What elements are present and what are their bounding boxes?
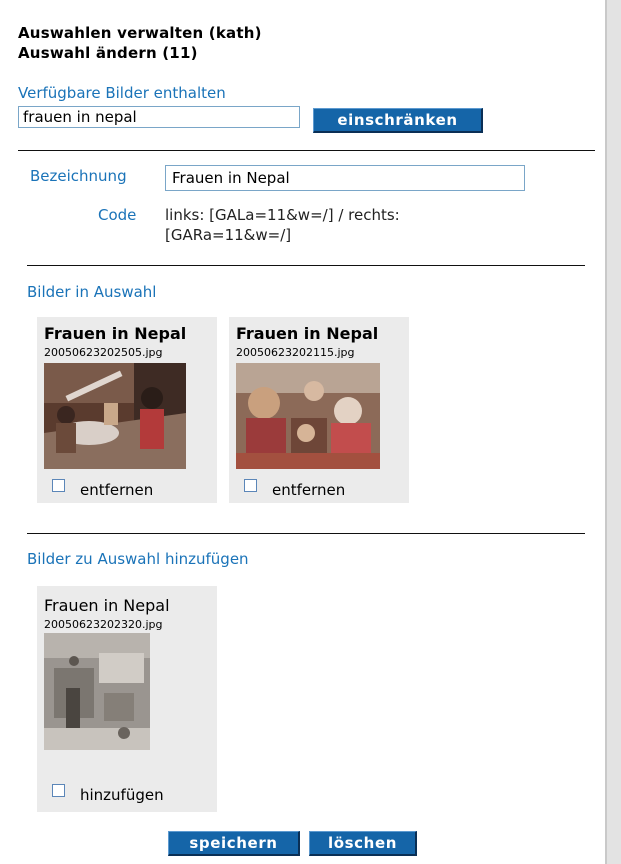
code-value-line2: [GARa=11&w=/] [165, 226, 292, 244]
restrict-button[interactable]: einschränken [313, 108, 483, 133]
name-input[interactable] [165, 165, 525, 191]
delete-button[interactable]: löschen [309, 831, 417, 856]
filter-input[interactable] [18, 106, 300, 128]
manage-selections-page: Auswahlen verwalten (kath) Auswahl änder… [0, 0, 600, 864]
image-filename: 20050623202505.jpg [44, 346, 163, 359]
scrollbar-track[interactable] [605, 0, 621, 864]
image-thumbnail[interactable] [236, 363, 380, 469]
image-filename: 20050623202115.jpg [236, 346, 355, 359]
remove-checkbox[interactable] [244, 479, 257, 492]
divider [27, 265, 585, 266]
code-label: Code [98, 206, 137, 224]
available-image-card: Frauen in Nepal 20050623202320.jpg hinzu… [37, 586, 217, 812]
in-selection-heading: Bilder in Auswahl [27, 283, 157, 301]
selected-image-card: Frauen in Nepal 20050623202115.jpg entfe… [229, 317, 409, 503]
remove-checkbox[interactable] [52, 479, 65, 492]
image-title: Frauen in Nepal [44, 596, 170, 615]
divider [27, 533, 585, 534]
selected-image-card: Frauen in Nepal 20050623202505.jpg entfe… [37, 317, 217, 503]
remove-label: entfernen [80, 481, 154, 499]
code-value-line1: links: [GALa=11&w=/] / rechts: [165, 206, 400, 224]
divider [18, 150, 595, 151]
page-title: Auswahlen verwalten (kath) [18, 24, 262, 42]
remove-label: entfernen [272, 481, 346, 499]
add-label: hinzufügen [80, 786, 164, 804]
filter-label: Verfügbare Bilder enthalten [18, 84, 226, 102]
save-button[interactable]: speichern [168, 831, 300, 856]
image-thumbnail[interactable] [44, 363, 186, 469]
page-subtitle: Auswahl ändern (11) [18, 44, 198, 62]
image-title: Frauen in Nepal [236, 324, 379, 343]
image-filename: 20050623202320.jpg [44, 618, 163, 631]
name-label: Bezeichnung [30, 167, 127, 185]
add-checkbox[interactable] [52, 784, 65, 797]
image-title: Frauen in Nepal [44, 324, 187, 343]
image-thumbnail[interactable] [44, 633, 150, 750]
add-images-heading: Bilder zu Auswahl hinzufügen [27, 550, 249, 568]
